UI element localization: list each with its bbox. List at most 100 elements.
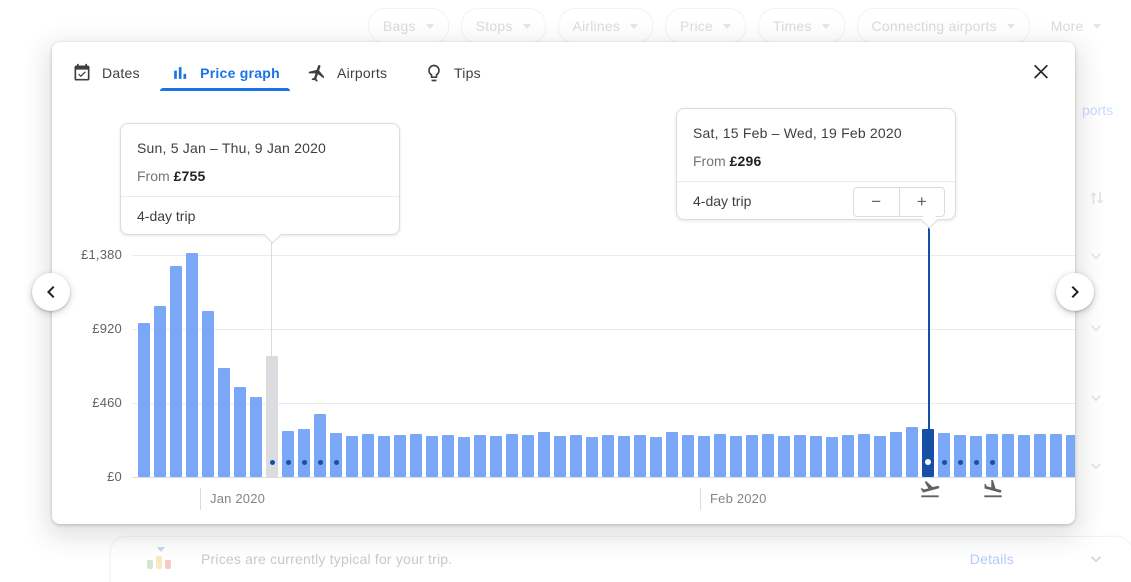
chart-bar[interactable] <box>362 434 374 477</box>
chart-bar[interactable] <box>602 435 614 477</box>
gridline <box>132 329 1075 330</box>
chart-bar[interactable] <box>522 435 534 477</box>
chart-bar[interactable] <box>154 306 166 477</box>
chevron-down-icon[interactable] <box>1086 246 1106 266</box>
chart-bar[interactable] <box>842 435 854 477</box>
return-trip-card: Sat, 15 Feb – Wed, 19 Feb 2020 From £296… <box>676 108 956 220</box>
return-selection-line <box>928 225 930 430</box>
trip-date-range: Sun, 5 Jan – Thu, 9 Jan 2020 <box>137 140 326 156</box>
chip-label: More <box>1051 18 1084 34</box>
chart-bar[interactable] <box>986 434 998 477</box>
filter-chip-more[interactable]: More <box>1042 8 1111 44</box>
chart-bar[interactable] <box>410 434 422 477</box>
chevron-down-icon[interactable] <box>1086 549 1106 569</box>
filter-chip-times[interactable]: Times <box>758 8 845 44</box>
chevron-down-icon[interactable] <box>1086 318 1106 338</box>
chart-bar[interactable] <box>1002 434 1014 477</box>
details-link[interactable]: Details <box>970 551 1014 567</box>
chart-bar[interactable] <box>1066 435 1075 477</box>
trip-day-dot <box>925 459 931 465</box>
chart-bar[interactable] <box>202 311 214 477</box>
chart-bar[interactable] <box>714 434 726 477</box>
chart-bar-return-selected[interactable] <box>922 429 934 477</box>
chart-bar[interactable] <box>554 436 566 477</box>
chevron-right-icon <box>1063 280 1087 304</box>
chart-bar[interactable] <box>538 432 550 477</box>
y-axis-label: £460 <box>52 395 122 410</box>
chart-bar[interactable] <box>746 435 758 477</box>
chart-bar[interactable] <box>762 434 774 477</box>
chart-bar[interactable] <box>570 435 582 477</box>
chart-bar[interactable] <box>282 431 294 477</box>
chart-bar[interactable] <box>330 433 342 477</box>
x-axis-tick <box>200 488 201 510</box>
chart-bar[interactable] <box>458 437 470 477</box>
chart-bar[interactable] <box>826 437 838 477</box>
chart-bar[interactable] <box>586 437 598 477</box>
chart-bar[interactable] <box>778 436 790 477</box>
chart-bar[interactable] <box>426 436 438 477</box>
chart-bar[interactable] <box>938 433 950 477</box>
x-axis-tick <box>700 488 701 510</box>
filter-chip-price[interactable]: Price <box>665 8 746 44</box>
scroll-left-button[interactable] <box>32 273 70 311</box>
chevron-down-icon[interactable] <box>1086 456 1106 476</box>
chart-bar[interactable] <box>1034 434 1046 477</box>
flight-takeoff-icon <box>919 478 941 500</box>
outbound-selection-line <box>271 238 272 356</box>
chart-bar[interactable] <box>474 435 486 477</box>
chart-bar[interactable] <box>634 435 646 477</box>
chart-bar[interactable] <box>394 435 406 477</box>
chart-bar[interactable] <box>442 435 454 477</box>
chart-bar[interactable] <box>506 434 518 477</box>
filter-chip-bags[interactable]: Bags <box>368 8 449 44</box>
trip-day-dot <box>302 460 307 465</box>
chart-bar-outbound-selected[interactable] <box>266 356 278 477</box>
chart-bar[interactable] <box>650 437 662 477</box>
chevron-down-icon <box>822 24 830 29</box>
chart-bar[interactable] <box>906 427 918 477</box>
chart-bar[interactable] <box>346 436 358 477</box>
chart-bar[interactable] <box>218 368 230 477</box>
chart-bar[interactable] <box>730 436 742 477</box>
airports-link-fragment[interactable]: ports <box>1082 102 1113 118</box>
trip-price: £755 <box>174 168 206 184</box>
chart-bar[interactable] <box>234 387 246 477</box>
filter-chip-airlines[interactable]: Airlines <box>558 8 654 44</box>
chart-bar[interactable] <box>1050 434 1062 477</box>
scroll-right-button[interactable] <box>1056 273 1094 311</box>
trip-length-label: 4-day trip <box>693 193 751 209</box>
chart-bar[interactable] <box>874 436 886 477</box>
filter-chip-connecting-airports[interactable]: Connecting airports <box>857 8 1030 44</box>
chart-bar[interactable] <box>138 323 150 477</box>
chart-bar[interactable] <box>810 436 822 477</box>
chevron-down-icon[interactable] <box>1086 388 1106 408</box>
chart-bar[interactable] <box>666 432 678 477</box>
chart-bar[interactable] <box>298 429 310 477</box>
filter-chip-stops[interactable]: Stops <box>461 8 546 44</box>
chart-bar[interactable] <box>250 397 262 477</box>
chart-bar[interactable] <box>1018 435 1030 477</box>
from-label: From <box>137 168 170 184</box>
increase-trip-length-button[interactable]: + <box>900 188 945 216</box>
chart-bar[interactable] <box>890 432 902 477</box>
flight-landing-icon <box>982 478 1004 500</box>
chart-bar[interactable] <box>682 435 694 477</box>
chip-label: Stops <box>476 18 513 34</box>
chart-bar[interactable] <box>618 436 630 477</box>
sort-arrows-icon[interactable] <box>1086 188 1106 208</box>
chart-bar[interactable] <box>698 436 710 477</box>
chart-bar[interactable] <box>794 435 806 477</box>
chart-bar[interactable] <box>954 435 966 477</box>
price-insight-banner: Prices are currently typical for your tr… <box>110 536 1131 582</box>
chart-bar[interactable] <box>970 436 982 477</box>
chart-bar[interactable] <box>186 253 198 477</box>
chart-bar[interactable] <box>314 414 326 477</box>
chart-bar[interactable] <box>170 266 182 477</box>
chart-bar[interactable] <box>490 436 502 477</box>
chart-bar[interactable] <box>858 434 870 477</box>
chart-bar[interactable] <box>378 436 390 477</box>
decrease-trip-length-button[interactable]: − <box>854 188 900 216</box>
trip-day-dot <box>286 460 291 465</box>
price-graph-dialog: Dates Price graph Airports Tips £1,380£9… <box>52 42 1075 524</box>
